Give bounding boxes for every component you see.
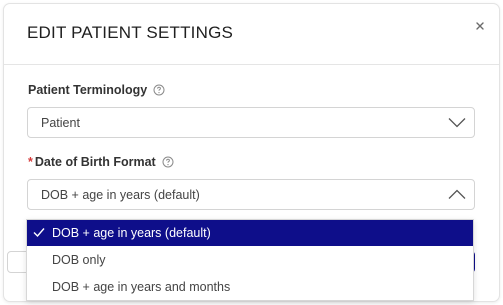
close-icon: [476, 22, 484, 30]
dob-option-dob-only[interactable]: DOB only: [27, 247, 473, 273]
dob-option-age-years-months[interactable]: DOB + age in years and months: [27, 274, 473, 300]
required-marker: *: [28, 155, 33, 169]
dob-format-select[interactable]: DOB + age in years (default): [27, 179, 475, 210]
dob-format-label: * Date of Birth Format: [28, 155, 174, 169]
option-label: DOB only: [52, 253, 106, 267]
patient-terminology-value: Patient: [41, 116, 80, 130]
option-label: DOB + age in years (default): [52, 226, 211, 240]
patient-terminology-label-text: Patient Terminology: [28, 83, 148, 97]
checkmark-icon: [33, 228, 45, 238]
modal-title: EDIT PATIENT SETTINGS: [27, 23, 234, 42]
patient-terminology-label: Patient Terminology: [28, 83, 165, 97]
stage: EDIT PATIENT SETTINGS Patient Terminolog…: [0, 0, 503, 305]
chevron-up-icon: [448, 189, 466, 199]
modal-header: EDIT PATIENT SETTINGS: [4, 4, 499, 65]
dob-format-label-text: Date of Birth Format: [34, 155, 156, 169]
option-label: DOB + age in years and months: [52, 280, 231, 294]
dob-format-options-list: DOB + age in years (default) DOB only DO…: [26, 219, 474, 301]
patient-terminology-select[interactable]: Patient: [27, 107, 475, 138]
close-button[interactable]: [474, 20, 486, 32]
dob-option-age-years-default[interactable]: DOB + age in years (default): [27, 220, 473, 246]
help-circle-icon: [153, 84, 165, 96]
chevron-down-icon: [448, 118, 466, 128]
dob-format-value: DOB + age in years (default): [41, 188, 200, 202]
help-circle-icon: [162, 156, 174, 168]
